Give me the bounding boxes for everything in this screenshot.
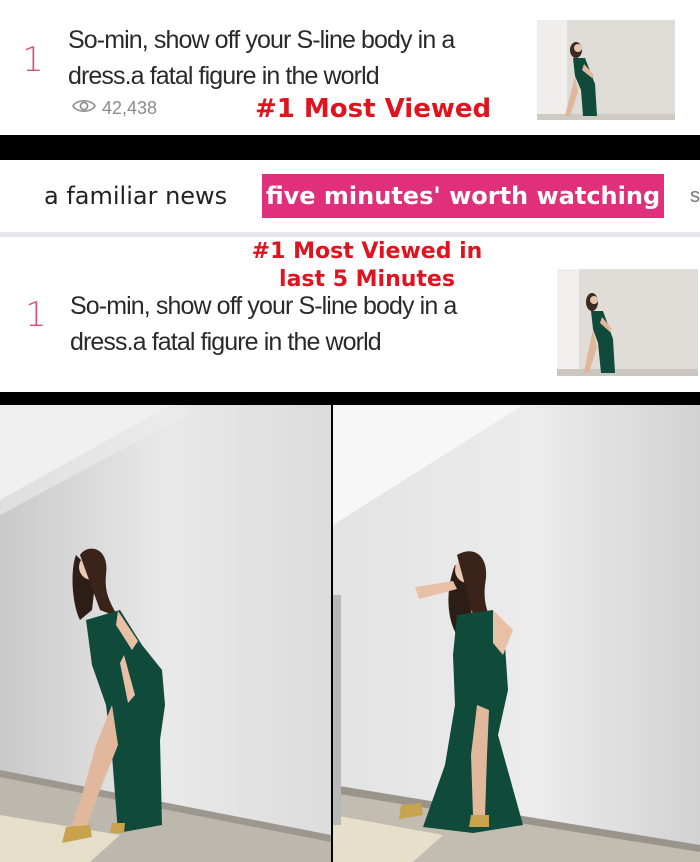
top-article-card[interactable]: 1 So-min, show off your S-line body in a… — [0, 0, 700, 135]
article-headline[interactable]: So-min, show off your S-line body in a d… — [68, 22, 455, 94]
tab-divider — [0, 232, 700, 237]
headline-line-1: So-min, show off your S-line body in a — [70, 292, 457, 320]
photo-right[interactable] — [333, 405, 700, 862]
eye-icon — [72, 98, 96, 119]
headline-line-2: dress.a fatal figure in the world — [68, 62, 380, 90]
photo-right-image — [333, 405, 700, 862]
badge-line-1: #1 Most Viewed in — [251, 239, 483, 264]
view-count: 42,438 — [72, 98, 157, 119]
photo-gallery — [0, 405, 700, 862]
photo-left-image — [0, 405, 331, 862]
most-viewed-5min-badge: #1 Most Viewed in last 5 Minutes — [232, 238, 502, 294]
thumbnail-image — [557, 269, 698, 376]
photo-left[interactable] — [0, 405, 331, 862]
tab-overflow-edge[interactable]: s — [690, 174, 700, 218]
tab-five-minutes[interactable]: five minutes' worth watching — [262, 174, 664, 218]
view-count-value: 42,438 — [102, 98, 158, 118]
thumbnail-image — [537, 20, 675, 120]
headline-line-2: dress.a fatal figure in the world — [70, 328, 382, 356]
rank-number: 1 — [25, 295, 47, 335]
rank-number: 1 — [22, 40, 44, 80]
most-viewed-badge: #1 Most Viewed — [255, 94, 492, 124]
headline-line-1: So-min, show off your S-line body in a — [68, 26, 455, 54]
article-thumbnail[interactable] — [557, 269, 698, 376]
tab-bar: a familiar news five minutes' worth watc… — [0, 160, 700, 232]
article-headline[interactable]: So-min, show off your S-line body in a d… — [70, 288, 457, 360]
second-article-section: a familiar news five minutes' worth watc… — [0, 160, 700, 392]
tab-familiar-news[interactable]: a familiar news — [44, 174, 227, 218]
article-thumbnail[interactable] — [537, 20, 675, 120]
